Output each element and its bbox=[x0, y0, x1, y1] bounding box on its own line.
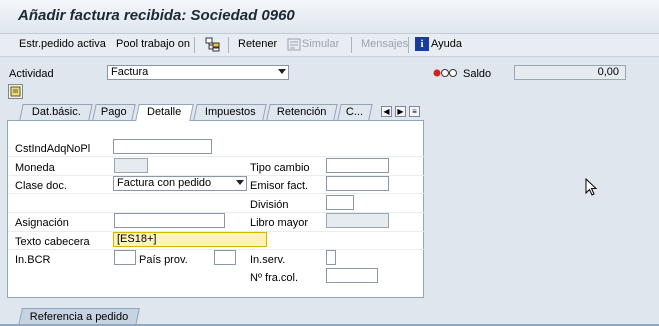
row-separator bbox=[8, 193, 424, 194]
row-separator bbox=[8, 156, 424, 157]
tipo-cambio-field[interactable] bbox=[326, 158, 389, 173]
emisor-fact-label: Emisor fact. bbox=[250, 180, 309, 192]
in-serv-field[interactable] bbox=[326, 250, 336, 265]
asignacion-label: Asignación bbox=[15, 217, 69, 229]
in-bcr-field[interactable] bbox=[114, 250, 136, 265]
tab-pago[interactable]: Pago bbox=[92, 104, 136, 120]
no-fra-col-label: Nº fra.col. bbox=[250, 272, 299, 284]
ayuda-button[interactable]: Ayuda bbox=[431, 38, 462, 50]
toolbar-separator bbox=[351, 37, 352, 53]
application-toolbar: Estr.pedido activa Pool trabajo on Reten… bbox=[0, 34, 659, 57]
mensajes-button[interactable]: Mensajes bbox=[361, 38, 408, 50]
moneda-label: Moneda bbox=[15, 162, 55, 174]
document-icon bbox=[10, 86, 21, 97]
moneda-field bbox=[114, 158, 148, 173]
tab-detalle[interactable]: Detalle bbox=[135, 104, 194, 121]
chevron-down-icon bbox=[236, 180, 244, 185]
simulate-icon bbox=[287, 38, 301, 51]
emisor-fact-field[interactable] bbox=[326, 176, 389, 191]
tab-dat-basic[interactable]: Dat.básic. bbox=[19, 104, 93, 120]
estr-pedido-activa-button[interactable]: Estr.pedido activa bbox=[19, 38, 106, 50]
actividad-value: Factura bbox=[111, 66, 149, 78]
page-title: Añadir factura recibida: Sociedad 0960 bbox=[18, 7, 295, 24]
traffic-light-icon bbox=[433, 69, 457, 77]
cst-ind-adq-label: CstIndAdqNoPl bbox=[15, 143, 91, 155]
expand-header-button[interactable] bbox=[8, 84, 23, 99]
retener-button[interactable]: Retener bbox=[238, 38, 277, 50]
no-fra-col-field[interactable] bbox=[326, 268, 378, 283]
libro-mayor-field bbox=[326, 213, 389, 228]
actividad-label: Actividad bbox=[9, 68, 54, 80]
libro-mayor-label: Libro mayor bbox=[250, 217, 309, 229]
division-label: División bbox=[250, 199, 289, 211]
mouse-pointer-icon bbox=[585, 178, 598, 196]
asignacion-field[interactable] bbox=[114, 213, 225, 228]
clase-doc-dropdown[interactable]: Factura con pedido bbox=[113, 176, 247, 191]
cst-ind-adq-field[interactable] bbox=[113, 139, 212, 154]
pais-prov-field[interactable] bbox=[214, 250, 236, 265]
tab-more[interactable]: C... bbox=[337, 104, 373, 120]
saldo-field: 0,00 bbox=[514, 65, 626, 80]
division-field[interactable] bbox=[326, 195, 354, 210]
info-icon: i bbox=[415, 37, 429, 51]
actividad-dropdown[interactable]: Factura bbox=[107, 65, 289, 80]
in-bcr-label: In.BCR bbox=[15, 254, 51, 266]
toolbar-separator bbox=[228, 37, 229, 53]
clase-doc-value: Factura con pedido bbox=[117, 177, 212, 189]
pais-prov-label: País prov. bbox=[139, 254, 188, 266]
chevron-down-icon bbox=[278, 69, 286, 74]
toolbar-separator bbox=[194, 37, 195, 53]
tab-retencion[interactable]: Retención bbox=[266, 104, 338, 120]
saldo-label: Saldo bbox=[463, 68, 492, 80]
tipo-cambio-label: Tipo cambio bbox=[250, 162, 310, 174]
pool-trabajo-button[interactable]: Pool trabajo on bbox=[116, 38, 190, 50]
tab-scroll-right-button[interactable]: ▶ bbox=[395, 106, 406, 117]
toolbar-separator bbox=[408, 37, 409, 53]
clase-doc-label: Clase doc. bbox=[15, 180, 67, 192]
texto-cabecera-label: Texto cabecera bbox=[15, 236, 90, 248]
tab-list-button[interactable]: ≡ bbox=[409, 106, 420, 117]
simular-button[interactable]: Simular bbox=[302, 38, 339, 50]
tab-impuestos[interactable]: Impuestos bbox=[193, 104, 267, 120]
in-serv-label: In.serv. bbox=[250, 254, 286, 266]
texto-cabecera-field[interactable]: [ES18+] bbox=[113, 232, 267, 247]
tree-structure-icon[interactable] bbox=[205, 37, 220, 52]
tab-scroll-left-button[interactable]: ◀ bbox=[381, 106, 392, 117]
